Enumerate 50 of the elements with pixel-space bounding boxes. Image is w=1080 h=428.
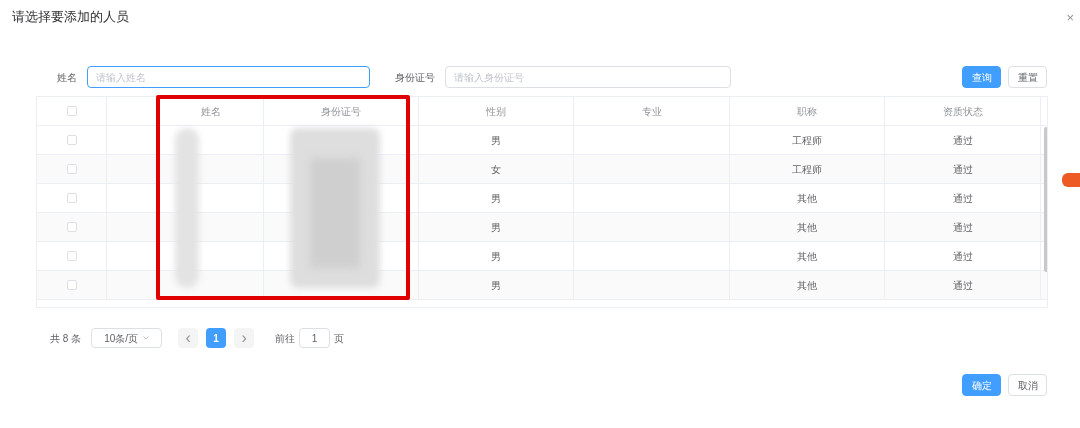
ime-icon[interactable]: [1062, 173, 1080, 187]
table-cell-text: 通过: [952, 191, 973, 206]
column-header: 姓名: [200, 104, 221, 119]
page-button[interactable]: 1: [206, 328, 227, 348]
table-cell-text: 通过: [952, 162, 973, 177]
checkbox[interactable]: [66, 164, 77, 174]
table-cell-text: 其他: [797, 249, 817, 264]
column-header: 资质状态: [942, 104, 983, 119]
table-cell-text: 工程师: [792, 162, 822, 177]
cancel-button[interactable]: 取消: [1008, 374, 1047, 396]
checkbox[interactable]: [66, 106, 77, 116]
table-cell-text: 男: [491, 133, 501, 148]
checkbox[interactable]: [66, 251, 77, 261]
column-header: 身份证号: [321, 104, 361, 119]
checkbox[interactable]: [66, 193, 77, 203]
goto-label: 前往: [275, 331, 296, 346]
confirm-button[interactable]: 确定: [962, 374, 1001, 396]
table-cell-text: 通过: [952, 249, 973, 264]
table-cell-text: 其他: [797, 278, 817, 293]
table-cell-text: 男: [491, 191, 501, 206]
page-size-select[interactable]: 10条/页: [91, 328, 163, 348]
column-header: 职称: [797, 104, 817, 119]
total-count: 共 8 条: [50, 331, 82, 346]
checkbox[interactable]: [66, 280, 77, 290]
scrollbar[interactable]: [1044, 127, 1047, 272]
table-cell-text: 男: [491, 278, 501, 293]
page-suffix: 页: [334, 331, 345, 346]
reset-button[interactable]: 重置: [1008, 66, 1047, 88]
search-button[interactable]: 查询: [962, 66, 1001, 88]
table-cell-text: 男: [491, 220, 501, 235]
table-cell-text: 其他: [797, 191, 817, 206]
dialog-title: 请选择要添加的人员: [12, 8, 129, 27]
checkbox[interactable]: [66, 135, 77, 145]
close-button[interactable]: ×: [1066, 10, 1074, 24]
table-cell-text: 男: [491, 249, 501, 264]
table-cell-text: 其他: [797, 220, 817, 235]
prev-page-button[interactable]: ‹: [178, 328, 199, 348]
chevron-down-icon: [143, 336, 150, 340]
column-header: 性别: [486, 104, 506, 119]
next-page-button[interactable]: ›: [234, 328, 255, 348]
table-cell-text: 工程师: [792, 133, 822, 148]
table-cell-text: 通过: [952, 220, 973, 235]
column-header: 专业: [641, 104, 662, 119]
filter-label: 姓名: [57, 70, 77, 85]
checkbox[interactable]: [66, 222, 77, 232]
page-input[interactable]: 1: [299, 328, 331, 348]
table-cell-text: 通过: [952, 278, 973, 293]
table-cell-text: 通过: [952, 133, 973, 148]
filter-label: 身份证号: [395, 70, 435, 85]
table-cell-text: 女: [491, 162, 501, 177]
